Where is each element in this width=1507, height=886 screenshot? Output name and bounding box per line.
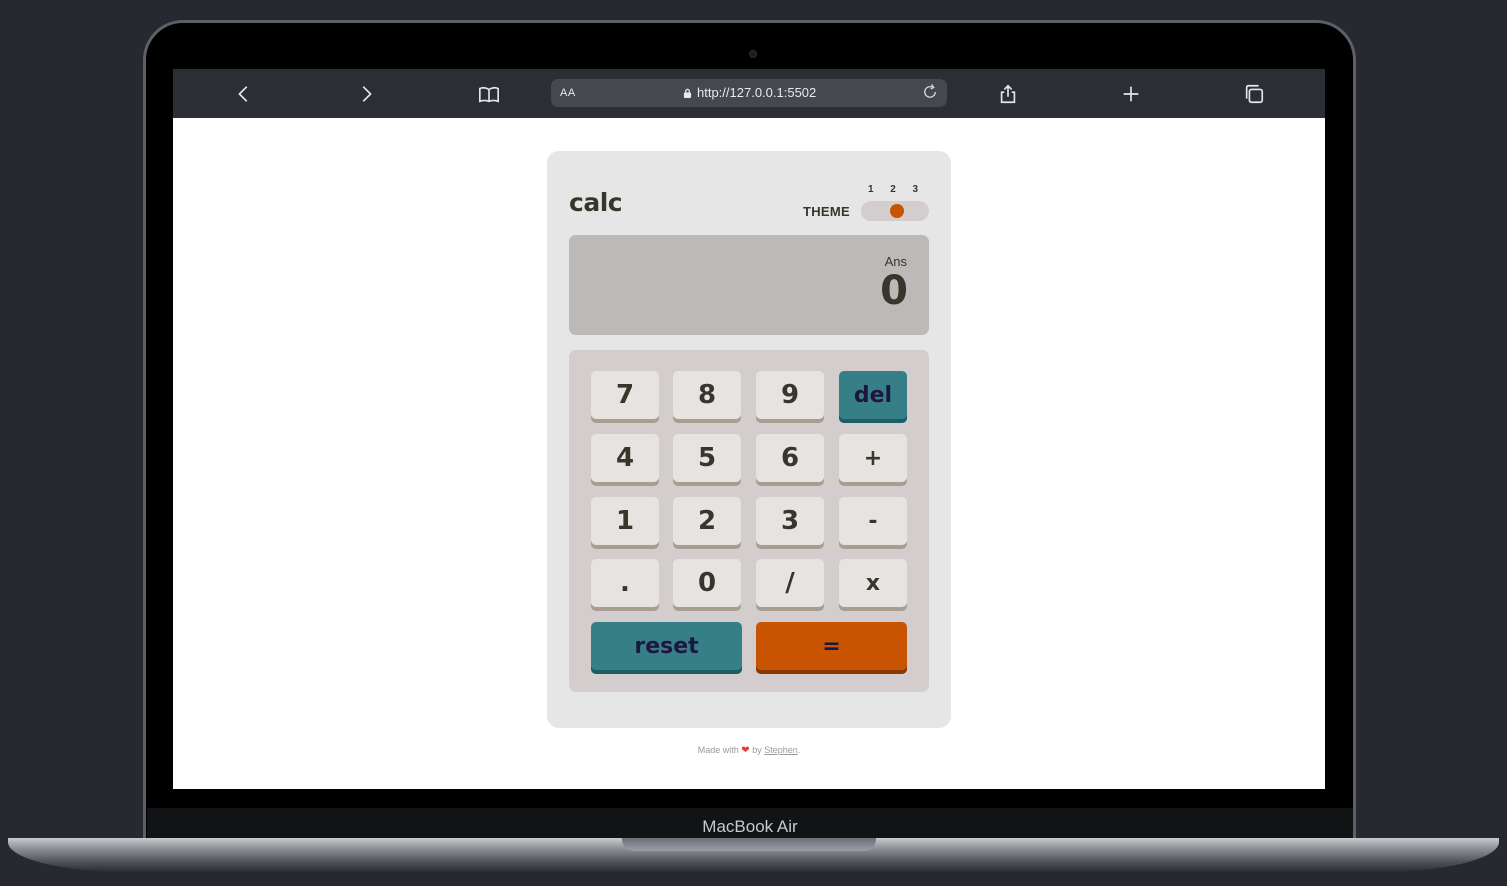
key-3[interactable]: 3 — [756, 497, 824, 549]
key-7[interactable]: 7 — [591, 371, 659, 423]
keypad: 7 8 9 del 4 5 6 + 1 2 3 - . 0 / x reset … — [569, 350, 929, 692]
divide-button[interactable]: / — [756, 559, 824, 611]
url-text: http://127.0.0.1:5502 — [697, 85, 817, 100]
key-6[interactable]: 6 — [756, 434, 824, 486]
heart-icon: ❤ — [741, 745, 750, 756]
theme-toggle-knob[interactable] — [890, 204, 904, 218]
ans-label: Ans — [884, 254, 907, 269]
reset-button[interactable]: reset — [591, 622, 742, 674]
key-8[interactable]: 8 — [673, 371, 741, 423]
display-value: 0 — [880, 268, 908, 314]
theme-option-1: 1 — [868, 184, 874, 195]
delete-button[interactable]: del — [839, 371, 907, 423]
theme-label: THEME — [803, 204, 850, 219]
key-0[interactable]: 0 — [673, 559, 741, 611]
equals-button[interactable]: = — [756, 622, 907, 674]
theme-numbers: 1 2 3 — [865, 184, 921, 195]
new-tab-icon[interactable] — [1118, 81, 1144, 107]
share-icon[interactable] — [995, 81, 1021, 107]
calculator-title: calc — [569, 188, 623, 217]
key-5[interactable]: 5 — [673, 434, 741, 486]
key-1[interactable]: 1 — [591, 497, 659, 549]
laptop-notch — [622, 838, 876, 851]
footer-by: by — [752, 745, 762, 755]
decimal-button[interactable]: . — [591, 559, 659, 611]
text-size-button[interactable]: AA — [560, 87, 576, 99]
author-link[interactable]: Stephen — [764, 745, 798, 755]
reload-icon[interactable] — [921, 83, 941, 103]
device-label: MacBook Air — [147, 808, 1353, 842]
calculator: calc THEME 1 2 3 Ans 0 7 8 9 del 4 5 6 +… — [547, 151, 951, 728]
tabs-icon[interactable] — [1241, 81, 1267, 107]
minus-button[interactable]: - — [839, 497, 907, 549]
address-bar[interactable]: AA http://127.0.0.1:5502 — [551, 79, 947, 107]
theme-option-3: 3 — [912, 184, 918, 195]
forward-icon[interactable] — [353, 81, 379, 107]
key-2[interactable]: 2 — [673, 497, 741, 549]
footer: Made with ❤ by Stephen. — [173, 745, 1325, 756]
theme-toggle[interactable] — [861, 201, 929, 221]
multiply-button[interactable]: x — [839, 559, 907, 611]
lock-icon — [683, 88, 692, 98]
browser-window: AA http://127.0.0.1:5502 calc THEME 1 2 … — [173, 69, 1325, 789]
browser-toolbar: AA http://127.0.0.1:5502 — [173, 69, 1325, 118]
footer-made-with: Made with — [697, 745, 739, 755]
plus-button[interactable]: + — [839, 434, 907, 486]
calculator-display: Ans 0 — [569, 235, 929, 335]
bookmarks-icon[interactable] — [476, 81, 502, 107]
back-icon[interactable] — [231, 81, 257, 107]
key-4[interactable]: 4 — [591, 434, 659, 486]
footer-end: . — [797, 745, 801, 755]
theme-option-2: 2 — [890, 184, 896, 195]
key-9[interactable]: 9 — [756, 371, 824, 423]
camera — [749, 50, 757, 58]
